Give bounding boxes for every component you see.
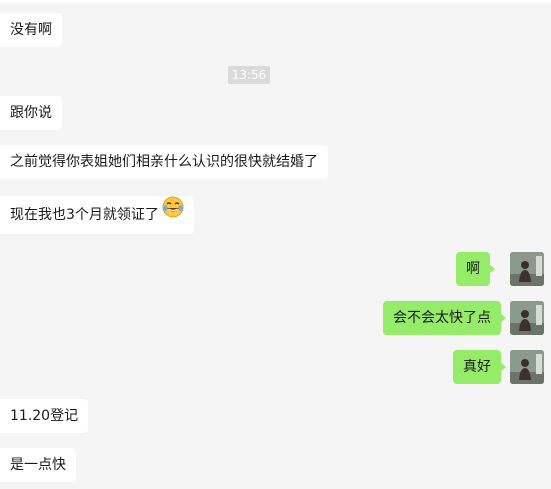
message-bubble[interactable]: 之前觉得你表姐她们相亲什么认识的很快就结婚了 [0, 145, 328, 179]
message-bubble[interactable]: 真好 [453, 350, 506, 384]
laughing-crying-emoji-icon [162, 195, 184, 233]
message-bubble[interactable]: 现在我也3个月就领证了 [0, 196, 194, 234]
avatar[interactable] [510, 252, 544, 286]
message-text: 跟你说 [10, 105, 52, 121]
message-bubble[interactable]: 啊 [456, 252, 495, 286]
avatar[interactable] [510, 301, 544, 335]
message-bubble[interactable]: 跟你说 [0, 96, 62, 130]
message-bubble[interactable]: 没有啊 [0, 13, 62, 47]
avatar[interactable] [510, 350, 544, 384]
message-timestamp: 13:56 [228, 66, 270, 84]
message-text: 真好 [463, 359, 491, 375]
message-text: 是一点快 [10, 457, 66, 473]
message-bubble[interactable]: 是一点快 [0, 448, 76, 482]
message-bubble[interactable]: 会不会太快了点 [383, 301, 506, 335]
window-top-edge [0, 0, 551, 3]
avatar-photo-icon [510, 301, 544, 335]
message-text: 之前觉得你表姐她们相亲什么认识的很快就结婚了 [10, 154, 318, 170]
message-text: 没有啊 [10, 22, 52, 38]
avatar-photo-icon [510, 350, 544, 384]
message-text: 啊 [466, 261, 480, 277]
message-bubble[interactable]: 11.20登记 [0, 399, 89, 433]
message-text: 现在我也3个月就领证了 [10, 207, 159, 223]
avatar-photo-icon [510, 252, 544, 286]
message-text: 会不会太快了点 [393, 310, 491, 326]
message-text: 11.20登记 [10, 408, 79, 424]
